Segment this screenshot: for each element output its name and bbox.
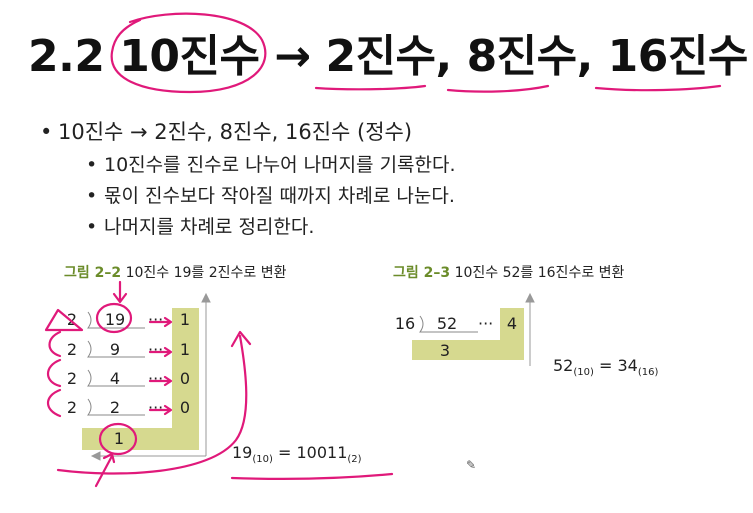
figure1-brackets [87, 311, 145, 416]
pink-annotations [44, 12, 722, 488]
figure2-axes [525, 292, 535, 366]
figure1-axes [90, 292, 211, 461]
annotation-layer [44, 12, 722, 488]
figure2-brackets [419, 315, 478, 333]
